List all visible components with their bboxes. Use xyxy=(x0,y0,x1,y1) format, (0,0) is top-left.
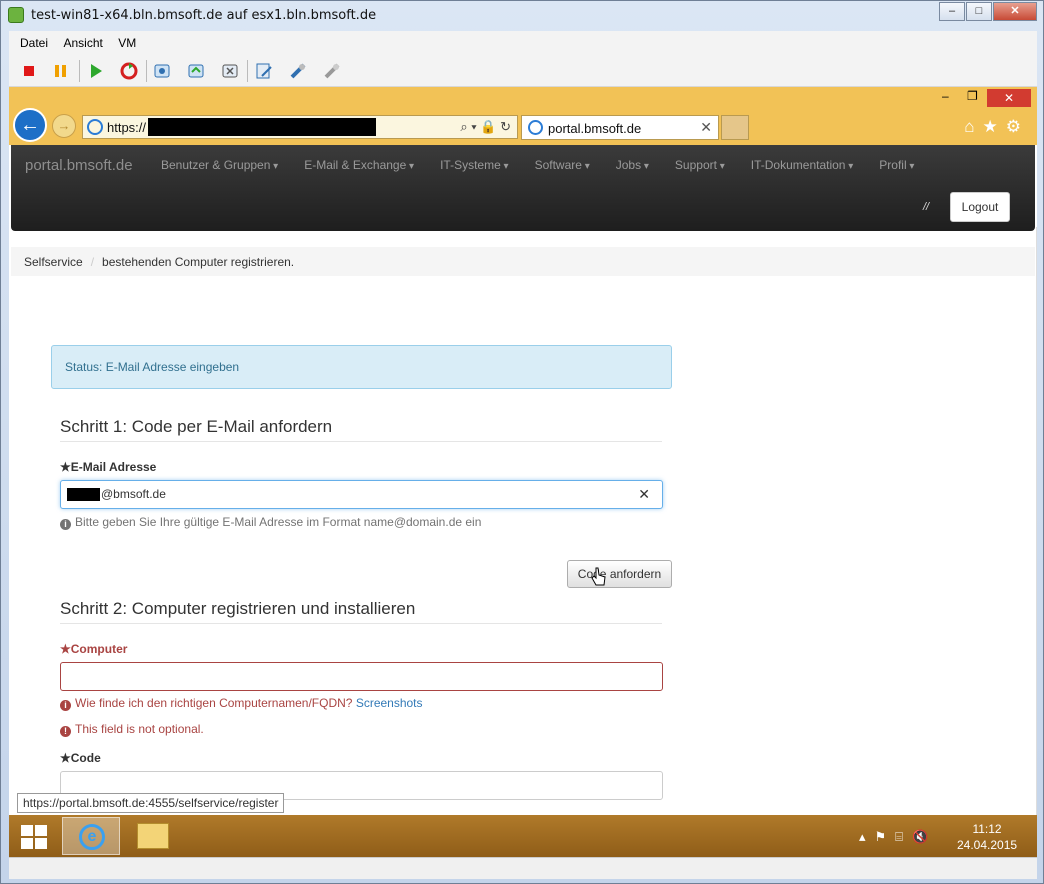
logout-button[interactable]: Logout xyxy=(950,192,1010,222)
file-explorer-icon[interactable] xyxy=(137,823,169,849)
nav-software[interactable]: Software xyxy=(535,158,590,172)
request-code-button[interactable]: Code anfordern xyxy=(567,560,672,588)
vm-console-window: test-win81-x64.bln.bmsoft.de auf esx1.bl… xyxy=(0,0,1044,884)
breadcrumb: Selfservice / bestehenden Computer registr… xyxy=(11,247,1035,276)
info-icon: i xyxy=(60,700,71,711)
address-bar[interactable]: https:// ⌕ ▾ 🔒 ↻ xyxy=(82,115,518,139)
forward-button[interactable]: → xyxy=(52,114,76,138)
internet-explorer-icon: e xyxy=(79,824,105,850)
address-tools[interactable]: ⌕ ▾ 🔒 ↻ xyxy=(460,119,511,135)
computer-help-text: Wie finde ich den richtigen Computername… xyxy=(75,696,353,710)
email-label: ★E-Mail Adresse xyxy=(60,460,157,474)
computer-error-text: This field is not optional. xyxy=(75,722,204,736)
step1-heading: Schritt 1: Code per E-Mail anfordern xyxy=(60,417,662,442)
new-tab-button[interactable] xyxy=(721,115,749,140)
nav-support[interactable]: Support xyxy=(675,158,725,172)
nav-it-dokumentation[interactable]: IT-Dokumentation xyxy=(751,158,854,172)
breadcrumb-home[interactable]: Selfservice xyxy=(24,255,83,269)
navbar-brand[interactable]: portal.bmsoft.de xyxy=(25,157,133,174)
close-button[interactable]: ✕ xyxy=(993,2,1037,21)
clear-icon[interactable]: ✕ xyxy=(638,486,650,503)
scrollbar[interactable] xyxy=(1036,227,1037,815)
windows-start-icon[interactable] xyxy=(21,825,47,849)
redacted-url xyxy=(148,118,376,136)
minimize-button[interactable]: – xyxy=(939,2,965,21)
status-url-tooltip: https://portal.bmsoft.de:4555/selfservic… xyxy=(17,793,285,813)
windows-taskbar: e ▴⚑⌸🔇 11:12 24.04.2015 xyxy=(9,815,1037,857)
taskbar-ie-button[interactable]: e xyxy=(62,817,120,855)
play-icon[interactable] xyxy=(86,61,106,81)
reset-icon[interactable] xyxy=(119,61,139,81)
email-value: @bmsoft.de xyxy=(101,487,166,501)
restore-button[interactable]: □ xyxy=(966,2,992,21)
vmware-icon xyxy=(8,7,24,23)
portal-navbar: portal.bmsoft.de Benutzer & Gruppen E-Ma… xyxy=(11,145,1035,231)
vm-toolbar xyxy=(9,55,1037,87)
computer-label: ★Computer xyxy=(60,642,128,656)
ie-frame: – ❐ ✕ ← → https:// ⌕ ▾ 🔒 ↻ portal.bmsoft… xyxy=(9,87,1037,145)
taskbar-clock[interactable]: 11:12 24.04.2015 xyxy=(957,821,1017,853)
guest-screen: – ❐ ✕ ← → https:// ⌕ ▾ 🔒 ↻ portal.bmsoft… xyxy=(9,87,1037,857)
ie-restore-button[interactable]: ❐ xyxy=(967,89,978,103)
redacted-email-user xyxy=(67,488,100,501)
nav-profil[interactable]: Profil xyxy=(879,158,914,172)
ie-minimize-button[interactable]: – xyxy=(942,89,949,103)
nav-it-systeme[interactable]: IT-Systeme xyxy=(440,158,509,172)
tab-ie-icon xyxy=(528,120,543,135)
computer-error: ! This field is not optional. xyxy=(60,722,204,737)
email-help: i Bitte geben Sie Ihre gültige E-Mail Adr… xyxy=(60,515,481,530)
error-icon: ! xyxy=(60,726,71,737)
email-help-text: Bitte geben Sie Ihre gültige E-Mail Adre… xyxy=(75,515,482,529)
status-alert: Status: E-Mail Adresse eingeben xyxy=(51,345,672,389)
clock-time: 11:12 xyxy=(972,822,1002,836)
edit-settings-icon[interactable] xyxy=(254,61,274,81)
ie-page-icon xyxy=(87,119,103,135)
address-url: https:// xyxy=(107,120,147,135)
info-icon: i xyxy=(60,519,71,530)
email-field[interactable]: @bmsoft.de ✕ xyxy=(60,480,663,509)
computer-field[interactable] xyxy=(60,662,663,691)
snapshot-revert-icon[interactable] xyxy=(186,61,206,81)
screenshots-link[interactable]: Screenshots xyxy=(356,696,423,710)
computer-help: i Wie finde ich den richtigen Computernam… xyxy=(60,696,423,711)
tab-title: portal.bmsoft.de xyxy=(548,121,642,136)
nav-email-exchange[interactable]: E-Mail & Exchange xyxy=(304,158,414,172)
snapshot-icon[interactable] xyxy=(152,61,172,81)
menu-bar: Datei Ansicht VM xyxy=(9,31,1037,55)
vm-status-bar xyxy=(9,857,1037,879)
tab-close-icon[interactable]: ✕ xyxy=(700,119,712,136)
browser-tab[interactable]: portal.bmsoft.de ✕ xyxy=(521,115,719,140)
menu-ansicht[interactable]: Ansicht xyxy=(63,36,102,50)
back-button[interactable]: ← xyxy=(13,108,47,142)
code-label: ★Code xyxy=(60,751,101,765)
stop-icon[interactable] xyxy=(19,61,39,81)
menu-vm[interactable]: VM xyxy=(118,36,136,50)
nav-benutzer-gruppen[interactable]: Benutzer & Gruppen xyxy=(161,158,278,172)
pause-icon[interactable] xyxy=(51,61,71,81)
disconnect-device-icon[interactable] xyxy=(322,61,342,81)
ie-home-favorites-tools-icons[interactable]: ⌂★⚙ xyxy=(964,117,1029,137)
title-bar: test-win81-x64.bln.bmsoft.de auf esx1.bl… xyxy=(1,1,1043,31)
breadcrumb-separator: / xyxy=(90,255,95,269)
window-title: test-win81-x64.bln.bmsoft.de auf esx1.bl… xyxy=(31,8,377,23)
breadcrumb-current: bestehenden Computer registrieren. xyxy=(102,255,295,269)
step2-heading: Schritt 2: Computer registrieren und ins… xyxy=(60,599,662,624)
navbar-slash: // xyxy=(923,201,930,213)
snapshot-manager-icon[interactable] xyxy=(220,61,240,81)
menu-datei[interactable]: Datei xyxy=(20,36,48,50)
clock-date: 24.04.2015 xyxy=(957,838,1018,852)
system-tray-icons[interactable]: ▴⚑⌸🔇 xyxy=(859,829,937,845)
connect-device-icon[interactable] xyxy=(288,61,308,81)
hand-cursor-icon xyxy=(591,567,606,586)
nav-jobs[interactable]: Jobs xyxy=(616,158,649,172)
ie-close-button[interactable]: ✕ xyxy=(987,89,1031,107)
